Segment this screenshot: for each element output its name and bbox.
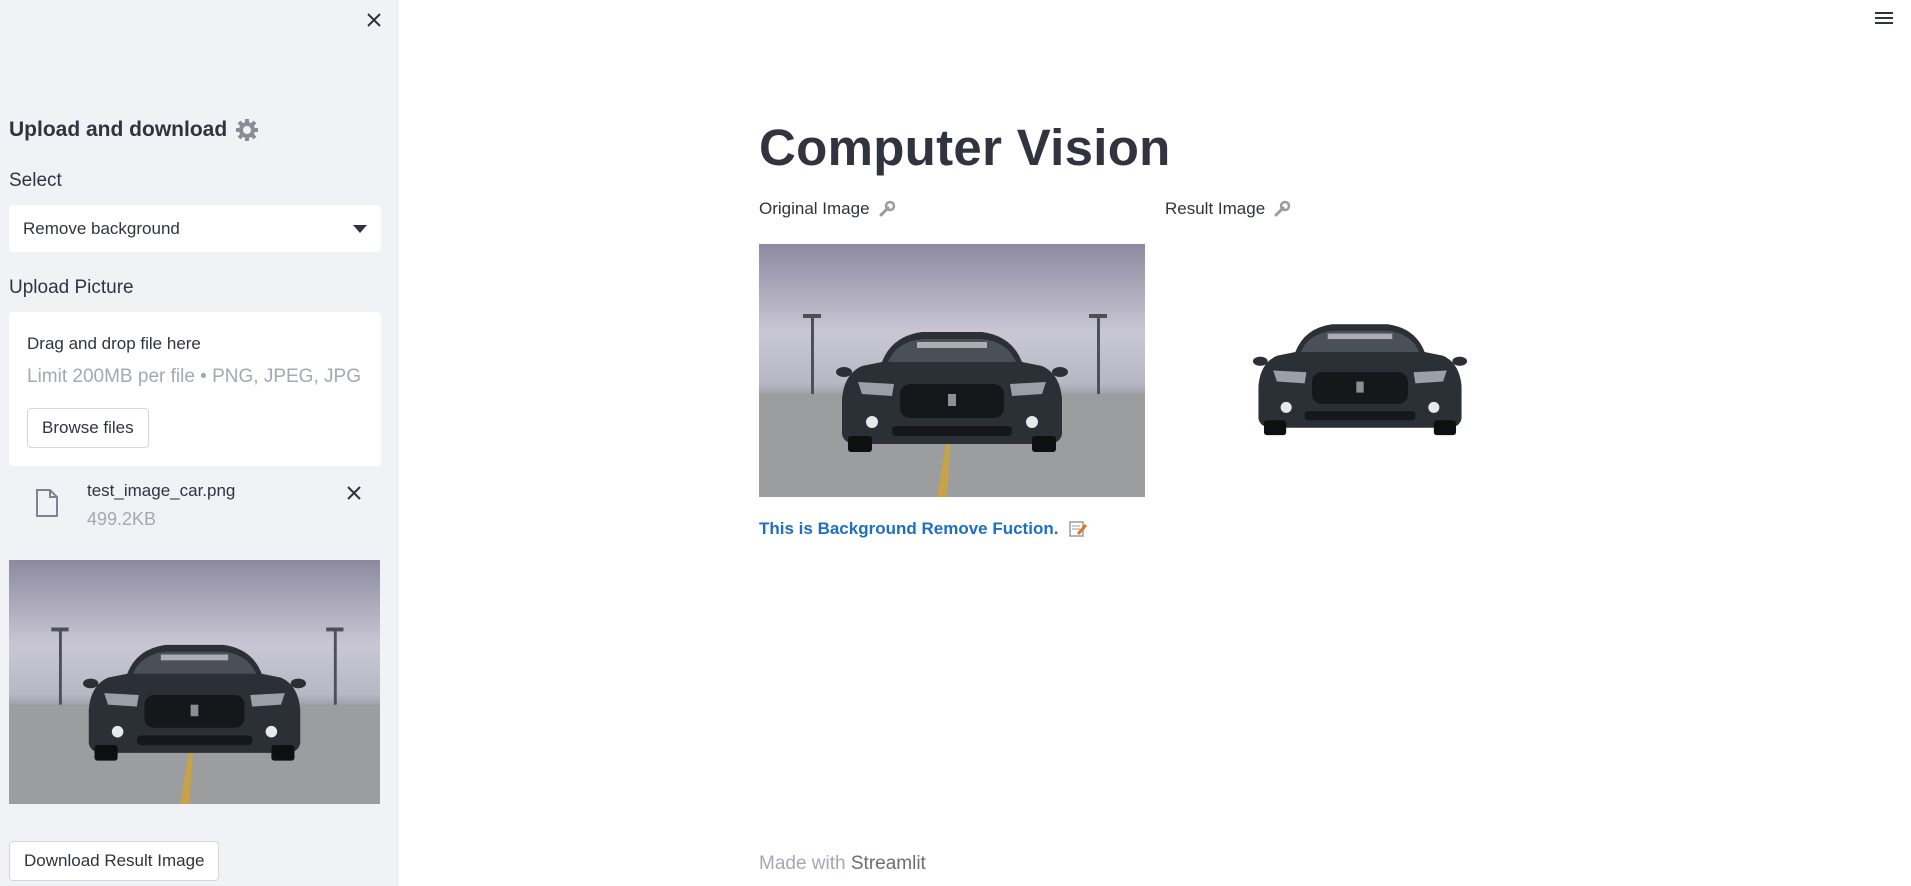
- select-label: Select: [9, 170, 62, 191]
- dropzone-title: Drag and drop file here: [27, 334, 201, 353]
- dropzone-limit: Limit 200MB per file • PNG, JPEG, JPG: [27, 366, 361, 387]
- page-title: Computer Vision: [759, 119, 1171, 176]
- hamburger-icon: [1875, 12, 1893, 14]
- close-icon: [367, 13, 381, 27]
- chevron-down-icon: [353, 224, 367, 233]
- footer-prefix: Made with: [759, 853, 851, 874]
- sidebar: Upload and download Select Remove backgr…: [0, 0, 399, 886]
- sidebar-title: Upload and download: [9, 118, 259, 142]
- browse-files-button[interactable]: Browse files: [27, 408, 149, 448]
- uploaded-file: test_image_car.png 499.2KB: [9, 474, 381, 534]
- result-label-text: Result Image: [1165, 199, 1266, 218]
- download-result-button[interactable]: Download Result Image: [9, 841, 220, 881]
- info-message: This is Background Remove Fuction.: [759, 519, 1088, 539]
- upload-label: Upload Picture: [9, 277, 134, 298]
- sidebar-title-text: Upload and download: [9, 118, 228, 141]
- close-sidebar-button[interactable]: [362, 8, 386, 32]
- uploaded-image-preview: [9, 560, 380, 804]
- select-value: Remove background: [23, 218, 180, 238]
- hamburger-line: [1875, 22, 1893, 24]
- result-image: [1252, 324, 1468, 436]
- streamlit-link[interactable]: Streamlit: [851, 853, 926, 874]
- gear-icon: [236, 119, 259, 141]
- original-label-text: Original Image: [759, 199, 870, 218]
- original-image-label: Original Image: [759, 199, 896, 219]
- action-select[interactable]: Remove background: [9, 205, 381, 252]
- result-image-label: Result Image: [1165, 199, 1291, 219]
- file-name: test_image_car.png: [87, 481, 236, 500]
- file-size: 499.2KB: [87, 509, 157, 529]
- footer: Made with Streamlit: [759, 853, 926, 875]
- menu-button[interactable]: [1872, 8, 1896, 28]
- file-dropzone[interactable]: Drag and drop file here Limit 200MB per …: [9, 312, 381, 466]
- wrench-icon: [1274, 200, 1291, 217]
- memo-icon: [1069, 521, 1088, 537]
- original-image: [759, 244, 1145, 497]
- info-text: This is Background Remove Fuction.: [759, 519, 1059, 538]
- wrench-icon: [879, 200, 895, 217]
- hamburger-line: [1875, 17, 1893, 19]
- file-icon: [36, 489, 58, 517]
- close-icon: [347, 486, 361, 500]
- remove-file-button[interactable]: [343, 482, 365, 504]
